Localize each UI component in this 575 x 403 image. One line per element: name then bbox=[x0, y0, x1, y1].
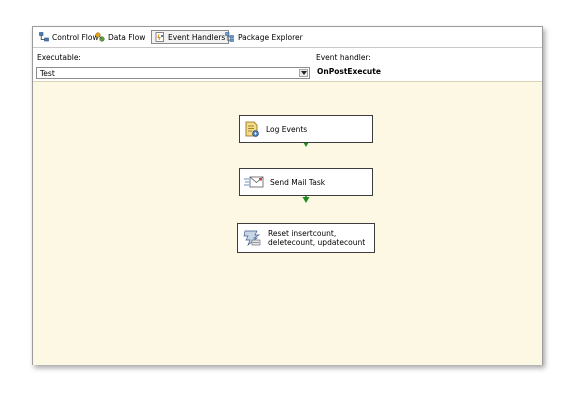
event-handler-label: Event handler: bbox=[316, 53, 371, 62]
tab-label-package-explorer: Package Explorer bbox=[238, 32, 303, 42]
event-handler-value: OnPostExecute bbox=[317, 67, 381, 76]
chevron-down-icon[interactable] bbox=[299, 69, 308, 77]
task-label: Reset insertcount, deletecount, updateco… bbox=[268, 229, 366, 247]
tab-label-event-handlers: Event Handlers bbox=[168, 32, 226, 42]
task-log-events[interactable]: Log Events bbox=[239, 115, 373, 143]
script-task-icon bbox=[245, 121, 259, 137]
data-flow-icon bbox=[95, 32, 105, 42]
tab-event-handlers[interactable]: Event Handlers bbox=[151, 30, 230, 44]
designer-tab-bar: Control Flow Data Flow Event Handlers Pa… bbox=[33, 27, 542, 48]
event-handler-dropdown[interactable]: OnPostExecute bbox=[315, 67, 542, 79]
ssis-designer-window: Control Flow Data Flow Event Handlers Pa… bbox=[32, 26, 543, 365]
send-mail-icon bbox=[244, 176, 264, 188]
tab-package-explorer[interactable]: Package Explorer bbox=[222, 30, 306, 44]
task-reset-counts[interactable]: Reset insertcount, deletecount, updateco… bbox=[237, 223, 375, 253]
task-label: Send Mail Task bbox=[270, 177, 326, 187]
task-send-mail[interactable]: Send Mail Task bbox=[239, 168, 373, 196]
tab-data-flow[interactable]: Data Flow bbox=[92, 30, 148, 44]
execute-sql-icon bbox=[243, 230, 261, 247]
package-explorer-icon bbox=[225, 32, 234, 42]
control-flow-icon bbox=[39, 32, 49, 42]
selector-labels: Executable: Event handler: bbox=[33, 48, 542, 66]
task-label: Log Events bbox=[266, 124, 308, 134]
event-handlers-icon bbox=[155, 32, 164, 42]
executable-dropdown[interactable]: Test bbox=[36, 67, 310, 79]
tab-label-data-flow: Data Flow bbox=[108, 32, 146, 42]
executable-label: Executable: bbox=[37, 53, 81, 62]
executable-value: Test bbox=[40, 69, 55, 78]
event-handler-design-surface[interactable]: Log Events Send Mail Task Reset insertco… bbox=[33, 81, 542, 365]
